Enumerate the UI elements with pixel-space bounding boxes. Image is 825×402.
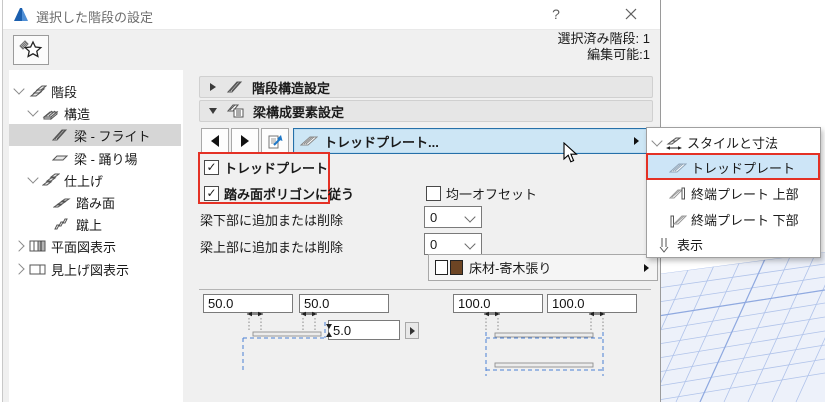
arrow-left-icon bbox=[211, 135, 219, 147]
add-remove-bottom-combo[interactable]: 0 bbox=[424, 206, 482, 228]
tread-plate-checkbox-row[interactable]: ✓ トレッドプレート bbox=[204, 158, 328, 177]
checkbox-checked-icon[interactable]: ✓ bbox=[204, 186, 219, 201]
transfer-settings-button[interactable] bbox=[261, 128, 289, 154]
title-bar[interactable]: 選択した階段の設定 ? bbox=[3, 0, 660, 30]
material-expand-icon[interactable] bbox=[644, 263, 649, 272]
dialog-title: 選択した階段の設定 bbox=[36, 10, 154, 25]
ceiling-view-icon bbox=[29, 264, 46, 275]
chevron-down-icon[interactable] bbox=[651, 134, 663, 147]
section-stair-structure[interactable]: 階段構造設定 bbox=[199, 76, 653, 98]
tree-item-plan-view[interactable]: 平面図表示 bbox=[9, 235, 181, 257]
component-selector-value: トレッドプレート... bbox=[324, 134, 439, 150]
end-plate-top-icon bbox=[669, 187, 685, 199]
component-popup-menu: スタイルと寸法 トレッドプレート 終端プレート 上部 終端プレート 下部 表示 bbox=[646, 127, 821, 258]
uniform-offset-checkbox-row[interactable]: 均一オフセット bbox=[426, 184, 537, 203]
app-icon bbox=[14, 8, 28, 21]
screen: { "window": { "title": "選択した階段の設定", "hel… bbox=[0, 0, 825, 402]
beam-dimension-diagram bbox=[242, 311, 606, 376]
follow-polygon-checkbox-label: 踏み面ポリゴンに従う bbox=[224, 187, 355, 202]
tree-item-stair[interactable]: 階段 bbox=[9, 80, 181, 102]
selector-expand-icon[interactable] bbox=[634, 137, 639, 145]
menu-item-display[interactable]: 表示 bbox=[648, 232, 819, 257]
expanded-triangle-icon[interactable] bbox=[209, 108, 217, 114]
style-dimensions-icon bbox=[666, 137, 682, 150]
material-name: 床材-寄木張り bbox=[469, 261, 552, 276]
beam-landing-icon bbox=[51, 155, 69, 161]
tree-item-structure[interactable]: 構造 bbox=[9, 102, 181, 124]
material-selector[interactable]: 床材-寄木張り bbox=[428, 254, 658, 281]
end-plate-bottom-icon bbox=[670, 215, 687, 227]
editable-count: 編集可能:1 bbox=[587, 47, 650, 62]
tread-icon bbox=[53, 198, 71, 208]
close-button[interactable] bbox=[611, 0, 651, 28]
beam-flight-icon bbox=[51, 129, 68, 141]
uniform-offset-checkbox-label: 均一オフセット bbox=[446, 187, 538, 202]
dim-marker bbox=[588, 311, 606, 331]
background-3d-grid bbox=[658, 252, 825, 402]
stair-icon bbox=[29, 85, 47, 97]
dim-marker bbox=[246, 311, 264, 331]
component-selector[interactable]: トレッドプレート... bbox=[293, 128, 648, 154]
tree-item-tread[interactable]: 踏み面 bbox=[9, 191, 181, 213]
chevron-right-icon[interactable] bbox=[13, 240, 25, 252]
riser-icon bbox=[54, 218, 68, 230]
follow-polygon-checkbox-row[interactable]: ✓ 踏み面ポリゴンに従う bbox=[204, 184, 354, 203]
next-component-button[interactable] bbox=[231, 128, 259, 154]
previous-component-button[interactable] bbox=[201, 128, 229, 154]
plan-view-icon bbox=[29, 240, 46, 252]
selection-info: 選択済み階段: 1 編集可能:1 bbox=[558, 31, 650, 63]
main-panel: 階段構造設定 梁構成要素設定 トレッドプレート... ✓ トレッドプレート ✓ … bbox=[189, 70, 658, 402]
collapsed-triangle-icon[interactable] bbox=[210, 83, 216, 91]
chevron-down-icon[interactable] bbox=[27, 105, 39, 117]
favorites-button[interactable] bbox=[13, 35, 49, 65]
tread-plate-icon bbox=[300, 136, 318, 146]
menu-item-end-plate-bottom[interactable]: 終端プレート 下部 bbox=[648, 207, 819, 232]
tree-item-beam-flight[interactable]: 梁 - フライト bbox=[9, 124, 181, 146]
favorites-star-icon bbox=[19, 40, 43, 58]
mouse-cursor bbox=[563, 142, 578, 163]
display-arrow-icon bbox=[659, 237, 669, 253]
tree-item-finish[interactable]: 仕上げ bbox=[9, 169, 181, 191]
menu-item-end-plate-top[interactable]: 終端プレート 上部 bbox=[648, 181, 819, 206]
settings-tree: 階段 構造 梁 - フライト 梁 - 踊り場 仕上げ 踏み面 蹴上 平面図表示 … bbox=[9, 70, 183, 402]
tree-item-riser[interactable]: 蹴上 bbox=[9, 213, 181, 235]
arrow-right-icon bbox=[241, 135, 249, 147]
menu-item-style-and-dimensions[interactable]: スタイルと寸法 bbox=[648, 130, 819, 155]
annotation-red-box-menu bbox=[646, 153, 820, 180]
dim-marker bbox=[300, 311, 318, 331]
chevron-down-icon[interactable] bbox=[13, 83, 25, 95]
add-remove-top-combo[interactable]: 0 bbox=[424, 233, 482, 255]
section-beam-components[interactable]: 梁構成要素設定 bbox=[199, 100, 653, 122]
add-remove-top-label: 梁上部に追加または削除 bbox=[200, 240, 344, 255]
beam-components-icon bbox=[227, 104, 244, 118]
transfer-settings-icon bbox=[268, 135, 283, 149]
separator-line bbox=[199, 289, 651, 290]
chevron-down-icon[interactable] bbox=[27, 172, 39, 184]
selected-count: 選択済み階段: 1 bbox=[557, 31, 650, 46]
tree-item-beam-landing[interactable]: 梁 - 踊り場 bbox=[9, 147, 181, 169]
tree-item-ceiling-view[interactable]: 見上げ図表示 bbox=[9, 258, 181, 280]
stair-settings-dialog: 選択した階段の設定 ? 選択済み階段: 1 編集可能:1 階段 構造 梁 - フ… bbox=[2, 0, 661, 402]
help-button[interactable]: ? bbox=[536, 0, 576, 28]
finish-icon bbox=[42, 173, 60, 186]
material-swatch-wood bbox=[450, 260, 463, 275]
tread-plate-checkbox-label: トレッドプレート bbox=[224, 161, 329, 176]
chevron-down-icon bbox=[464, 211, 476, 223]
stair-structure-icon bbox=[226, 81, 243, 93]
structure-icon bbox=[42, 110, 59, 121]
add-remove-bottom-label: 梁下部に追加または削除 bbox=[200, 213, 344, 228]
chevron-right-icon[interactable] bbox=[13, 263, 25, 275]
material-swatch-surface bbox=[435, 260, 448, 275]
checkbox-checked-icon[interactable]: ✓ bbox=[204, 160, 219, 175]
dim-marker bbox=[483, 311, 501, 331]
close-icon bbox=[625, 8, 637, 20]
checkbox-unchecked-icon[interactable] bbox=[426, 186, 441, 201]
chevron-down-icon bbox=[464, 238, 476, 250]
